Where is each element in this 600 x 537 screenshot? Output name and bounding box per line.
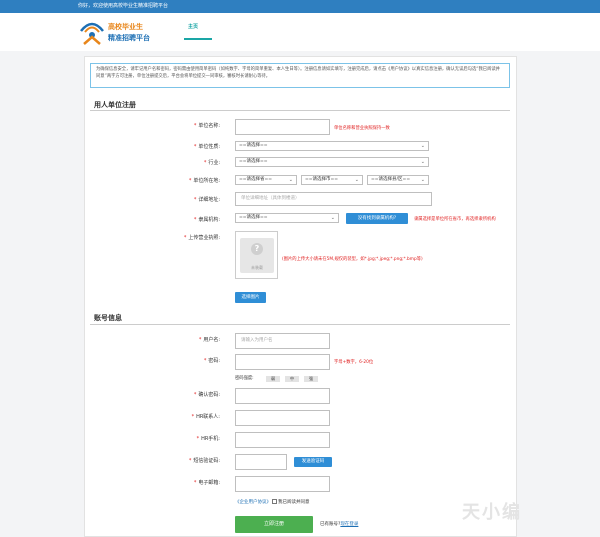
email-label: * 电子邮箱: bbox=[193, 480, 220, 486]
agency-label: * 隶属机构: bbox=[193, 217, 220, 223]
unit-nature-select[interactable]: ==请选择== ⌄ bbox=[235, 141, 429, 151]
sms-code-input[interactable] bbox=[235, 454, 287, 470]
district-select[interactable]: ==请选择县/区== ⌄ bbox=[367, 175, 429, 185]
user-agreement-link[interactable]: 《企业用户协议》 bbox=[235, 500, 271, 505]
license-label: * 上传营业执照: bbox=[183, 235, 220, 241]
chevron-down-icon: ⌄ bbox=[420, 143, 425, 149]
nav-active-indicator bbox=[184, 38, 212, 40]
image-placeholder-icon: ? 未装载 bbox=[240, 238, 274, 273]
chevron-down-icon: ⌄ bbox=[420, 159, 425, 165]
login-prompt: 已有账号?现在登录 bbox=[320, 522, 359, 527]
hr-contact-label: * HR联系人: bbox=[191, 414, 220, 420]
industry-label: * 行业: bbox=[203, 160, 220, 166]
address-input[interactable]: 单位详细地址（具体到楼道） bbox=[235, 192, 432, 206]
section-divider bbox=[90, 324, 510, 325]
confirm-password-input[interactable] bbox=[235, 388, 330, 404]
strength-weak: 弱 bbox=[266, 376, 280, 382]
logo-line2: 精准招聘平台 bbox=[108, 33, 150, 42]
top-bar: 你好，欢迎使用高校毕业生精准招聘平台 bbox=[0, 0, 600, 13]
find-agency-button[interactable]: 没有找到隶属机构? bbox=[346, 213, 408, 224]
chevron-down-icon: ⌄ bbox=[420, 177, 425, 183]
agreement-text: 我已阅读并同意 bbox=[278, 500, 310, 505]
username-input[interactable]: 请输入为用户名 bbox=[235, 333, 330, 349]
chevron-down-icon: ⌄ bbox=[354, 177, 359, 183]
hr-phone-label: * HR手机: bbox=[196, 436, 220, 442]
agreement-row: 《企业用户协议》 我已阅读并同意 bbox=[235, 499, 310, 505]
password-input[interactable] bbox=[235, 354, 330, 370]
sms-code-label: * 短信验证码: bbox=[188, 458, 220, 464]
chevron-down-icon: ⌄ bbox=[288, 177, 293, 183]
send-code-button[interactable]: 发送验证码 bbox=[294, 457, 332, 467]
site-logo[interactable]: 高校毕业生 精准招聘平台 bbox=[78, 19, 178, 46]
city-select[interactable]: ==请选择市== ⌄ bbox=[301, 175, 363, 185]
hr-phone-input[interactable] bbox=[235, 432, 330, 448]
choose-image-button[interactable]: 选择图片 bbox=[235, 292, 266, 303]
confirm-password-label: * 确认密码: bbox=[193, 392, 220, 398]
license-hint: (图片的上传大小请未在5M,规仅的装型，如*.jpg;*.jpeg;*.png;… bbox=[282, 257, 423, 262]
address-label: * 详细地址: bbox=[193, 197, 220, 203]
password-hint: 字母+数字，6-20位 bbox=[334, 360, 374, 365]
section-title-account: 账号信息 bbox=[94, 314, 122, 322]
password-strength-label: 密码强度: bbox=[235, 376, 254, 381]
section-divider bbox=[90, 110, 510, 111]
unit-name-hint: 单位名称和营业执照保持一致 bbox=[334, 126, 390, 131]
chevron-down-icon: ⌄ bbox=[330, 215, 335, 221]
location-label: * 单位所在地: bbox=[188, 178, 220, 184]
password-label: * 密码: bbox=[203, 358, 220, 364]
logo-line1: 高校毕业生 bbox=[108, 22, 143, 31]
hr-contact-input[interactable] bbox=[235, 410, 330, 426]
header: 高校毕业生 精准招聘平台 主页 bbox=[0, 13, 600, 51]
register-button[interactable]: 立即注册 bbox=[235, 516, 313, 533]
unit-name-input[interactable] bbox=[235, 119, 330, 135]
nav-home[interactable]: 主页 bbox=[188, 23, 198, 30]
license-upload-preview[interactable]: ? 未装载 bbox=[235, 231, 278, 279]
strength-strong: 强 bbox=[304, 376, 318, 382]
strength-medium: 中 bbox=[285, 376, 299, 382]
logo-icon bbox=[80, 22, 104, 45]
unit-nature-label: * 单位性质: bbox=[193, 144, 220, 150]
unit-name-label: * 单位名称: bbox=[193, 123, 220, 129]
username-label: * 用户名: bbox=[198, 337, 220, 343]
agency-hint: 隶属选择是单位所在省市，再选择隶所机构 bbox=[414, 217, 496, 222]
province-select[interactable]: ==请选择省== ⌄ bbox=[235, 175, 297, 185]
agency-select[interactable]: ==请选择== ⌄ bbox=[235, 213, 339, 223]
watermark: 天小编 bbox=[462, 502, 522, 523]
notice-box: 为确保信息安全，请牢记用户名和密码，密码需由使用简单密码（如纯数字、字母的简单重… bbox=[90, 63, 510, 88]
email-input[interactable] bbox=[235, 476, 330, 492]
agree-checkbox[interactable] bbox=[272, 499, 277, 504]
industry-select[interactable]: ==请选择== ⌄ bbox=[235, 157, 429, 167]
login-link[interactable]: 现在登录 bbox=[340, 522, 358, 527]
notice-text: 为确保信息安全，请牢记用户名和密码，密码需由使用简单密码（如纯数字、字母的简单重… bbox=[96, 67, 500, 79]
welcome-text: 你好，欢迎使用高校毕业生精准招聘平台 bbox=[78, 3, 169, 9]
section-title-unit: 用人单位注册 bbox=[94, 101, 136, 109]
